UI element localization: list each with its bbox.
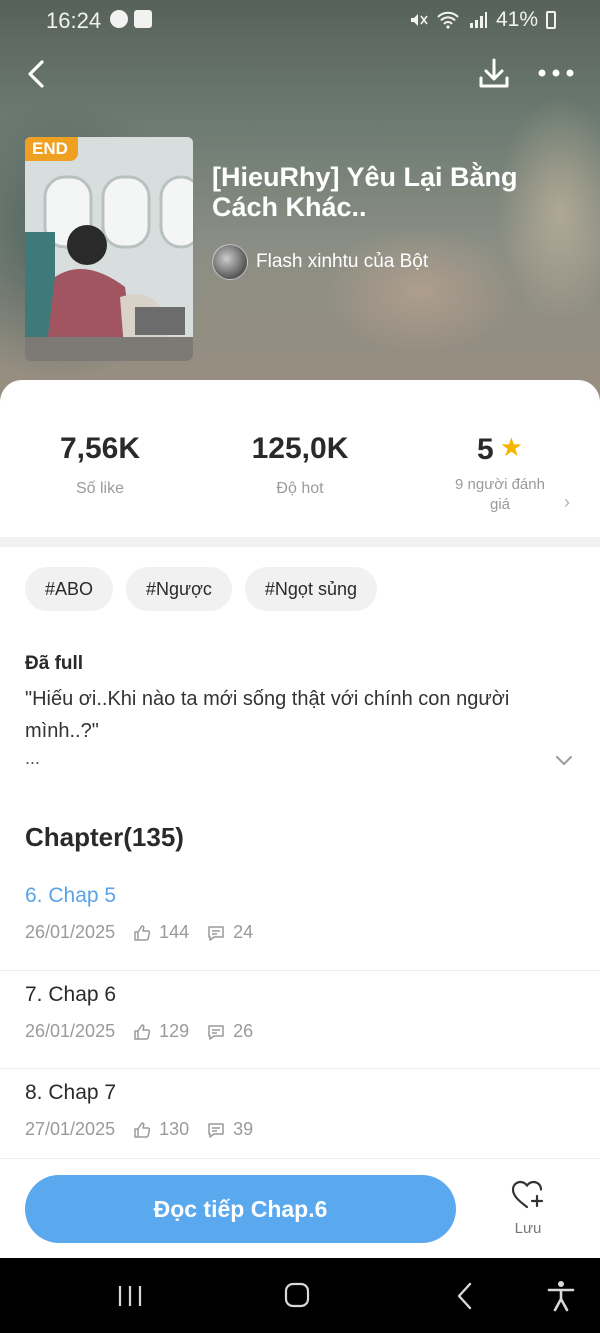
rating-label: 9 người đánh giá xyxy=(455,476,545,513)
save-button[interactable]: Lưu xyxy=(500,1179,556,1237)
recent-apps-icon xyxy=(118,1286,142,1306)
status-bar: 16:24 41% xyxy=(0,0,600,44)
chapter-comments: 39 xyxy=(233,1119,254,1139)
chapter-title: 8. Chap 7 xyxy=(25,1081,117,1104)
more-icon xyxy=(538,69,574,77)
chapter-list: 6. Chap 5 26/01/2025 144 24 7. Chap 6 26… xyxy=(0,872,600,1166)
recent-apps-button[interactable] xyxy=(110,1278,150,1314)
heart-plus-icon xyxy=(511,1180,544,1209)
chapter-title: 7. Chap 6 xyxy=(25,983,117,1006)
description-ellipsis: ... xyxy=(25,748,41,768)
chapter-likes: 129 xyxy=(159,1021,190,1041)
more-options-button[interactable] xyxy=(536,58,576,88)
save-label: Lưu xyxy=(514,1220,542,1237)
gallery-icon xyxy=(134,10,152,28)
likes-label: Số like xyxy=(75,480,125,497)
chapter-row[interactable]: 8. Chap 7 27/01/2025 130 39 xyxy=(0,1068,600,1166)
hot-value: 125,0K xyxy=(251,432,349,465)
chapter-comments: 24 xyxy=(233,922,254,942)
home-button[interactable] xyxy=(277,1278,317,1314)
back-button[interactable] xyxy=(18,54,54,94)
messenger-icon xyxy=(110,10,128,28)
comment-icon xyxy=(208,1122,224,1138)
chapter-date: 26/01/2025 xyxy=(25,922,116,942)
likes-stat: 7,56K Số like xyxy=(0,432,200,498)
system-back-button[interactable] xyxy=(446,1278,486,1314)
stats-row: 7,56K Số like 125,0K Độ hot 5 ★ 9 người đ… xyxy=(0,432,600,532)
status-time: 16:24 xyxy=(46,8,102,33)
wifi-icon xyxy=(437,11,459,29)
back-arrow-icon xyxy=(457,1282,472,1310)
tag-ngot-sung[interactable]: #Ngọt sủng xyxy=(244,567,377,611)
description-status: Đã full xyxy=(25,653,84,674)
chapter-row[interactable]: 6. Chap 5 26/01/2025 144 24 xyxy=(0,872,600,970)
rating-stat[interactable]: 5 ★ 9 người đánh giá xyxy=(400,432,600,515)
chapter-comments: 26 xyxy=(233,1021,254,1041)
chapter-title: 6. Chap 5 xyxy=(25,884,117,907)
chevron-right-icon: › xyxy=(564,492,570,512)
system-navigation-bar xyxy=(0,1258,600,1333)
battery-icon xyxy=(546,11,556,29)
thumbs-up-icon xyxy=(134,1023,151,1040)
author-link[interactable]: Flash xinhtu của Bột xyxy=(212,244,428,280)
chapter-likes: 130 xyxy=(159,1119,190,1139)
end-badge: END xyxy=(25,137,78,161)
mute-icon xyxy=(410,14,428,26)
home-icon xyxy=(284,1282,310,1308)
comment-icon xyxy=(208,925,224,941)
chapter-date: 26/01/2025 xyxy=(25,1021,116,1041)
hot-stat: 125,0K Độ hot xyxy=(200,432,400,498)
tag-abo[interactable]: #ABO xyxy=(25,567,114,611)
download-button[interactable] xyxy=(476,54,512,94)
chapter-row[interactable]: 7. Chap 6 26/01/2025 129 26 xyxy=(0,970,600,1068)
section-divider xyxy=(0,537,600,547)
author-name: Flash xinhtu của Bột xyxy=(256,251,429,272)
battery-percent: 41% xyxy=(495,8,538,31)
chevron-left-icon xyxy=(28,60,44,88)
chapter-heading: Chapter(135) xyxy=(25,822,184,852)
cover-image[interactable]: END xyxy=(25,137,193,361)
download-icon xyxy=(479,58,509,88)
cover-illustration xyxy=(25,137,193,361)
likes-value: 7,56K xyxy=(59,432,141,465)
hot-label: Độ hot xyxy=(276,480,324,497)
chevron-down-icon xyxy=(556,756,572,765)
story-title: [HieuRhy] Yêu Lại Bằng Cách Khác.. xyxy=(212,162,518,222)
bottom-action-bar: Đọc tiếp Chap.6 Lưu xyxy=(0,1158,600,1258)
rating-value: 5 xyxy=(477,433,494,466)
tag-nguoc[interactable]: #Ngược xyxy=(126,567,232,611)
expand-description-button[interactable] xyxy=(554,750,574,770)
thumbs-up-icon xyxy=(134,924,151,941)
signal-icon xyxy=(469,12,487,28)
avatar xyxy=(212,244,248,280)
chapter-likes: 144 xyxy=(159,922,190,942)
chapter-date: 27/01/2025 xyxy=(25,1119,116,1139)
thumbs-up-icon xyxy=(134,1121,151,1138)
accessibility-icon xyxy=(547,1281,575,1312)
continue-reading-button[interactable]: Đọc tiếp Chap.6 xyxy=(25,1175,456,1243)
comment-icon xyxy=(208,1024,224,1040)
accessibility-button[interactable] xyxy=(541,1278,581,1314)
star-icon: ★ xyxy=(499,432,523,462)
description-text: "Hiếu ơi..Khi nào ta mới sống thật với c… xyxy=(25,688,510,742)
tag-list: #ABO #Ngược #Ngọt sủng xyxy=(25,567,377,611)
